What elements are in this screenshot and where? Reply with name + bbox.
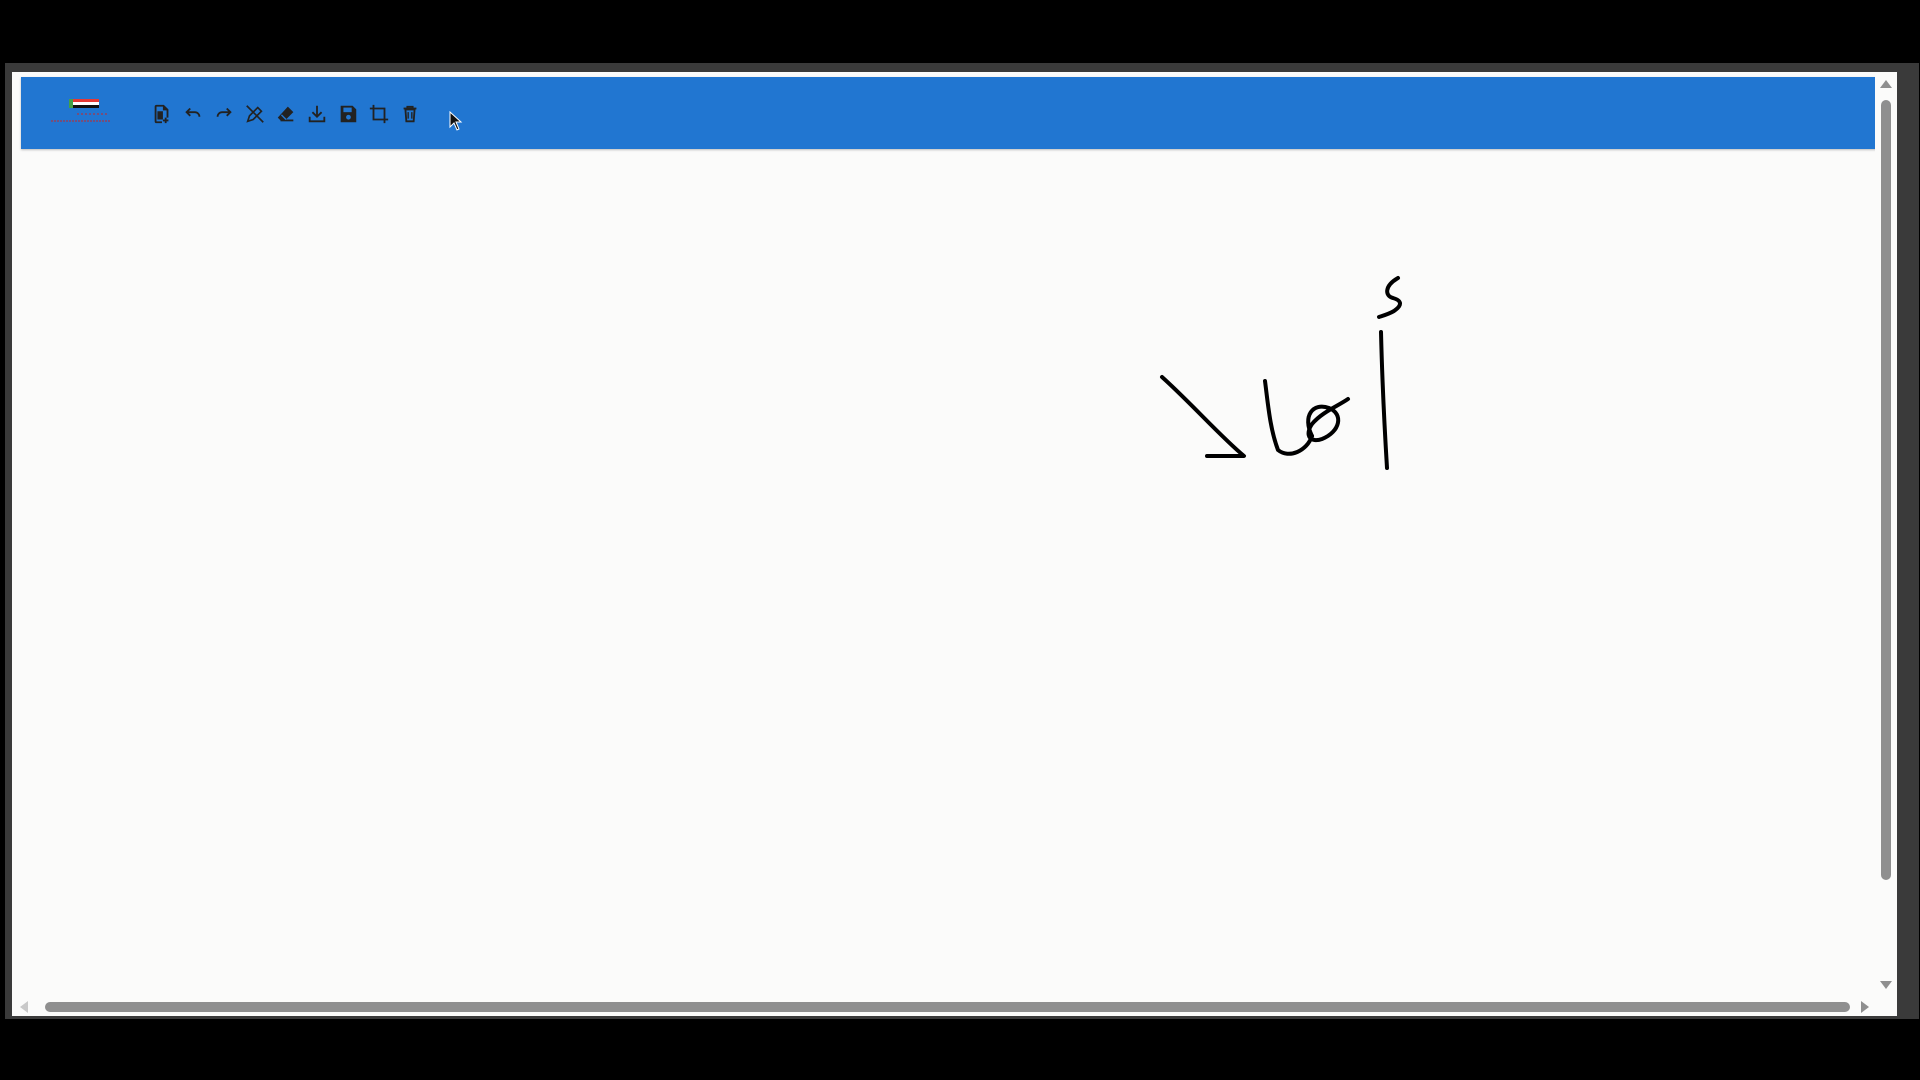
delete-button[interactable] [397, 101, 423, 127]
toolbar [21, 77, 1897, 149]
save-icon [340, 105, 357, 123]
save-button[interactable] [335, 101, 361, 127]
horizontal-scrollbar[interactable] [12, 996, 1897, 1016]
vertical-scroll-thumb[interactable] [1881, 100, 1891, 880]
new-document-button[interactable] [149, 101, 175, 127]
browser-window [5, 63, 1919, 1019]
vertical-scrollbar[interactable] [1875, 72, 1897, 1016]
scroll-up-icon[interactable] [1880, 80, 1892, 88]
app-logo [47, 97, 115, 127]
handwriting-strokes [1160, 276, 1402, 470]
scroll-down-icon[interactable] [1880, 981, 1892, 989]
crop-button[interactable] [366, 101, 392, 127]
scroll-right-icon[interactable] [1861, 1001, 1869, 1013]
redo-button[interactable] [211, 101, 237, 127]
pen-off-icon [246, 105, 264, 123]
drawing-canvas[interactable] [12, 154, 1897, 994]
eraser-icon [277, 106, 294, 122]
mouse-cursor-icon [449, 111, 463, 131]
drawing-app [12, 72, 1897, 1016]
download-button[interactable] [304, 101, 330, 127]
crop-icon [369, 104, 389, 124]
eraser-button[interactable] [273, 101, 299, 127]
undo-icon [185, 107, 201, 117]
new-document-icon [154, 104, 169, 124]
undo-button[interactable] [180, 101, 206, 127]
pen-off-button[interactable] [242, 101, 268, 127]
trash-icon [403, 105, 417, 123]
scroll-left-icon[interactable] [20, 1001, 28, 1013]
redo-icon [216, 107, 232, 117]
horizontal-scroll-thumb[interactable] [45, 1002, 1850, 1012]
download-icon [308, 105, 326, 123]
